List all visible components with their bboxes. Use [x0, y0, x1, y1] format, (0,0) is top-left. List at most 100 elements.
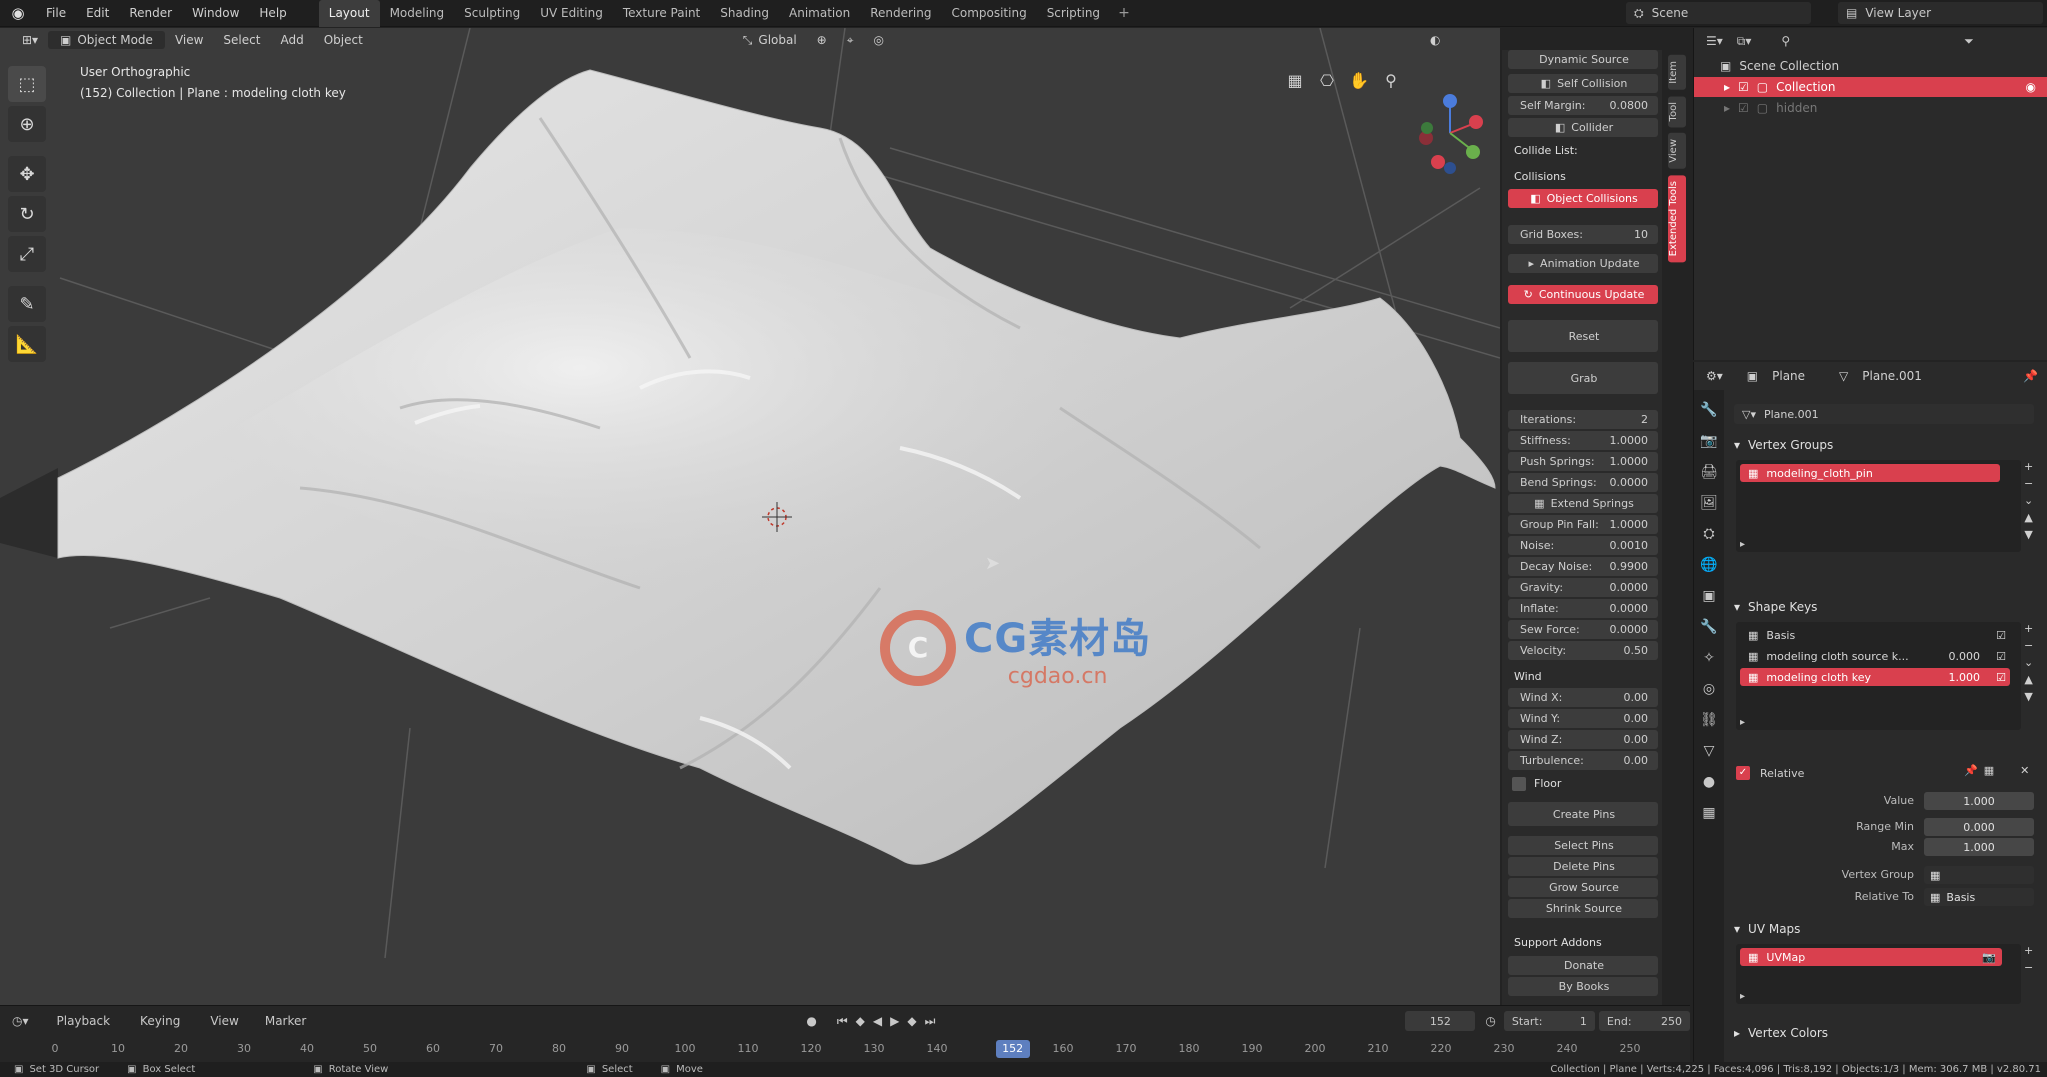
add-uv-map-icon[interactable]: + [2024, 944, 2033, 957]
range-min-field[interactable]: 0.000 [1924, 818, 2034, 836]
visibility-icon[interactable]: ◐ [1420, 33, 1450, 47]
sew-force-field[interactable]: Sew Force: 0.0000 [1508, 620, 1658, 639]
shape-key-value[interactable]: 1.000 [1949, 671, 1981, 684]
menu-window[interactable]: Window [182, 0, 249, 27]
scene-collection-row[interactable]: ▣ Scene Collection [1694, 56, 2047, 76]
texture-tab-icon[interactable]: ▦ [1698, 801, 1720, 825]
render-camera-icon[interactable]: 📷 [1982, 951, 1996, 964]
donate-button[interactable]: Donate [1508, 956, 1658, 975]
physics-tab-icon[interactable]: ◎ [1698, 677, 1720, 701]
reset-button[interactable]: Reset [1508, 320, 1658, 352]
mode-select[interactable]: ▣ Object Mode [48, 31, 165, 49]
wind-x-field[interactable]: Wind X: 0.00 [1508, 688, 1658, 707]
vertex-group-item[interactable]: ▦ modeling_cloth_pin [1740, 464, 2000, 482]
next-keyframe-icon[interactable]: ◆ [907, 1014, 916, 1028]
add-shape-key-icon[interactable]: + [2024, 622, 2033, 635]
shape-key-checkbox[interactable]: ☑ [1996, 629, 2006, 642]
bend-springs-field[interactable]: Bend Springs: 0.0000 [1508, 473, 1658, 492]
vertex-groups-panel-header[interactable]: ▾ Vertex Groups [1734, 438, 1833, 452]
expand-arrow-icon[interactable]: ▸ [1724, 101, 1730, 115]
timeline-menu-marker[interactable]: Marker [265, 1014, 306, 1028]
add-workspace-button[interactable]: + [1110, 5, 1138, 21]
modifier-tab-icon[interactable]: 🔧 [1698, 615, 1720, 639]
max-field[interactable]: 1.000 [1924, 838, 2034, 856]
timeline-menu-playback[interactable]: Playback [57, 1014, 111, 1028]
play-icon[interactable]: ▶ [890, 1014, 899, 1028]
list-resize-handle[interactable]: ▸ [1740, 717, 1745, 728]
wind-z-field[interactable]: Wind Z: 0.00 [1508, 730, 1658, 749]
record-button-icon[interactable]: ● [806, 1014, 816, 1028]
jump-start-icon[interactable]: ⏮ [837, 1014, 848, 1029]
scale-tool-icon[interactable]: ⤢ [8, 236, 46, 272]
checkbox-icon[interactable]: ☑ [1738, 80, 1749, 94]
measure-tool-icon[interactable]: 📐 [8, 326, 46, 362]
transform-orientation[interactable]: ⤡ Global [733, 33, 807, 48]
edit-mode-icon[interactable]: ▦ [1984, 764, 1994, 777]
select-tool-icon[interactable]: ⬚ [8, 66, 46, 102]
timeline-ruler[interactable]: 0 10 20 30 40 50 60 70 80 90 100 110 120 130 140 152 160… [0, 1038, 1690, 1062]
snap-icon[interactable]: ⌖ [837, 33, 864, 48]
filter-icon[interactable]: ⏷ [1964, 34, 1974, 49]
view-layer-selector[interactable]: ▤ View Layer [1838, 2, 2043, 24]
render-tab-icon[interactable]: 📷 [1698, 429, 1720, 453]
zoom-icon[interactable]: ⚲ [1379, 68, 1403, 92]
3d-cursor-icon[interactable] [762, 502, 792, 532]
data-tab-icon[interactable]: ▽ [1698, 739, 1720, 763]
viewport-menu-select[interactable]: Select [213, 33, 270, 47]
vertex-group-field[interactable]: ▦ [1924, 866, 2034, 884]
tab-uv-editing[interactable]: UV Editing [530, 0, 613, 27]
grow-source-button[interactable]: Grow Source [1508, 878, 1658, 897]
expand-arrow-icon[interactable]: ▸ [1724, 80, 1730, 94]
tab-tool[interactable]: Tool [1668, 95, 1686, 128]
move-up-icon[interactable]: ▲ [2024, 673, 2032, 686]
timeline-menu-keying[interactable]: Keying [140, 1014, 180, 1028]
tab-rendering[interactable]: Rendering [860, 0, 941, 27]
shape-key-basis[interactable]: ▦ Basis ☑ [1740, 626, 2010, 644]
extend-springs-toggle[interactable]: ▦ Extend Springs [1508, 494, 1658, 513]
proportional-edit-icon[interactable]: ◎ [864, 33, 894, 47]
menu-help[interactable]: Help [249, 0, 296, 27]
relative-checkbox-row[interactable]: ✓ Relative [1736, 766, 1804, 780]
dynamic-source-button[interactable]: Dynamic Source [1508, 50, 1658, 69]
clear-icon[interactable]: ✕ [2020, 764, 2029, 777]
start-frame-field[interactable]: Start: 1 [1503, 1011, 1595, 1031]
cursor-tool-icon[interactable]: ⊕ [8, 106, 46, 142]
relative-checkbox[interactable]: ✓ [1736, 766, 1750, 780]
material-tab-icon[interactable]: ● [1698, 770, 1720, 794]
scene-selector[interactable]: ⛭ Scene [1626, 2, 1811, 24]
output-tab-icon[interactable]: 🖨 [1698, 460, 1720, 484]
relative-to-field[interactable]: ▦ Basis [1924, 888, 2034, 906]
pin-icon[interactable]: 📌 [2023, 369, 2038, 383]
constraints-tab-icon[interactable]: ⛓ [1698, 708, 1720, 732]
wind-y-field[interactable]: Wind Y: 0.00 [1508, 709, 1658, 728]
menu-render[interactable]: Render [119, 0, 182, 27]
self-margin-field[interactable]: Self Margin: 0.0800 [1508, 96, 1658, 115]
tab-view[interactable]: View [1668, 133, 1686, 169]
blender-logo-icon[interactable]: ◉ [0, 0, 36, 27]
tab-compositing[interactable]: Compositing [941, 0, 1036, 27]
tab-extended-tools[interactable]: Extended Tools [1668, 174, 1686, 263]
end-frame-field[interactable]: End: 250 [1598, 1011, 1690, 1031]
outliner-item-hidden[interactable]: ▸ ☑ ▢ hidden [1694, 98, 2047, 118]
velocity-field[interactable]: Velocity: 0.50 [1508, 641, 1658, 660]
move-up-icon[interactable]: ▲ [2024, 511, 2032, 524]
tool-tab-icon[interactable]: 🔧 [1698, 398, 1720, 422]
tab-animation[interactable]: Animation [779, 0, 860, 27]
mesh-name[interactable]: Plane.001 [1862, 369, 1922, 383]
tab-shading[interactable]: Shading [710, 0, 779, 27]
viewport-menu-object[interactable]: Object [314, 33, 373, 47]
stiffness-field[interactable]: Stiffness: 1.0000 [1508, 431, 1658, 450]
move-down-icon[interactable]: ▼ [2024, 528, 2032, 541]
tab-scripting[interactable]: Scripting [1037, 0, 1110, 27]
properties-editor-icon[interactable]: ⚙▾ [1706, 369, 1723, 383]
menu-edit[interactable]: Edit [76, 0, 119, 27]
shape-key-checkbox[interactable]: ☑ [1996, 671, 2006, 684]
current-frame-marker[interactable]: 152 [995, 1040, 1030, 1058]
collider-toggle[interactable]: ◧ Collider [1508, 118, 1658, 137]
shape-key-source[interactable]: ▦ modeling cloth source k... 0.000 ☑ [1740, 647, 2010, 665]
animation-update-toggle[interactable]: ▸ Animation Update [1508, 254, 1658, 273]
turbulence-field[interactable]: Turbulence: 0.00 [1508, 751, 1658, 770]
outliner-editor-icon[interactable]: ☰▾ [1706, 34, 1723, 48]
shape-key-value[interactable]: 0.000 [1949, 650, 1981, 663]
display-mode-icon[interactable]: ⧉▾ [1737, 34, 1752, 49]
